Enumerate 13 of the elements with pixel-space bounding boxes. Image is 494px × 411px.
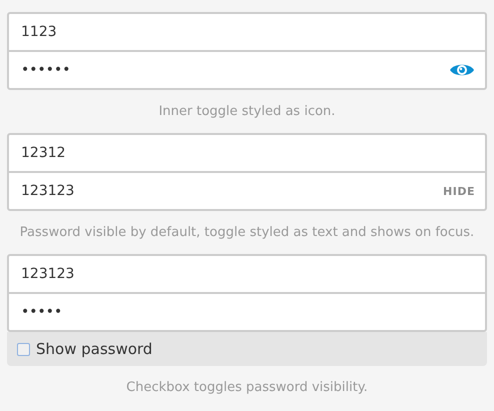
password-field[interactable]: •••••• — [7, 50, 487, 90]
username-field[interactable]: 12312 — [7, 133, 487, 173]
password-field[interactable]: 123123 HIDE — [7, 171, 487, 211]
password-field[interactable]: ••••• — [7, 292, 487, 332]
username-field[interactable]: 123123 — [7, 254, 487, 294]
checkbox-label[interactable]: Show password — [36, 340, 152, 358]
eye-icon — [449, 62, 475, 78]
caption: Inner toggle styled as icon. — [158, 103, 336, 121]
checkbox[interactable] — [17, 342, 30, 356]
caption: Password visible by default, toggle styled as text and shows on focus. — [18, 224, 476, 242]
caption: Checkbox toggles password visibility. — [125, 379, 369, 397]
show-password-button[interactable] — [449, 62, 475, 78]
username-field[interactable]: 1123 — [7, 12, 487, 52]
